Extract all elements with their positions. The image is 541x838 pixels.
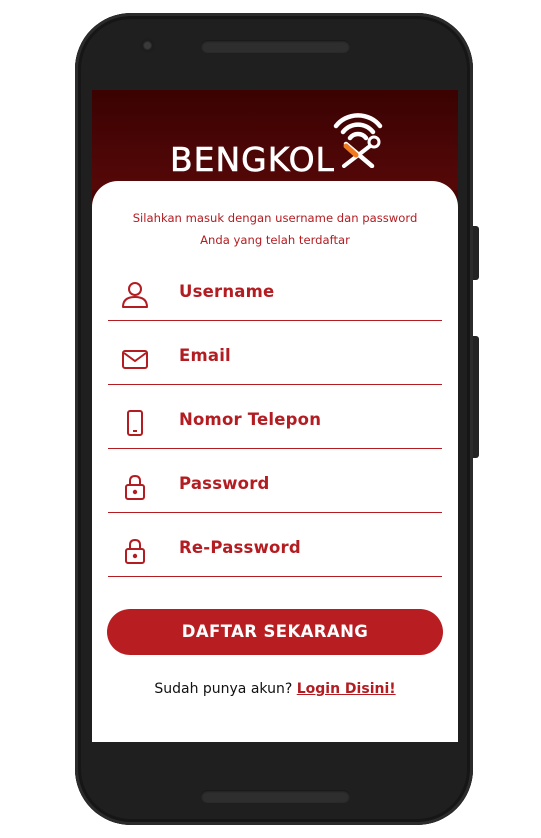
power-button (473, 336, 479, 458)
app-logo: BENGKOL (170, 104, 390, 179)
login-question: Sudah punya akun? (154, 681, 293, 697)
intro-line-2: Anda yang telah terdaftar (200, 233, 350, 247)
volume-button (473, 226, 479, 280)
wifi-wrench-icon (333, 113, 383, 168)
intro-line-1: Silahkan masuk dengan username dan passw… (132, 211, 418, 225)
login-link[interactable]: Login Disini! (297, 681, 396, 697)
app-screen: BENGKOL Silahkan masuk dengan username d… (92, 90, 458, 742)
email-icon (120, 344, 150, 374)
register-button[interactable]: DAFTAR SEKARANG (107, 609, 443, 655)
password-label: Password (179, 474, 270, 493)
lock-icon (120, 536, 150, 566)
repassword-field[interactable]: Re-Password (108, 532, 442, 577)
intro-text: Silahkan masuk dengan username dan passw… (122, 207, 428, 251)
lock-icon (120, 472, 150, 502)
logo-text: BENGKOL (170, 140, 335, 180)
password-field[interactable]: Password (108, 468, 442, 513)
phone-icon (120, 408, 150, 438)
login-prompt: Sudah punya akun? Login Disini! (92, 681, 458, 697)
username-field[interactable]: Username (108, 276, 442, 321)
email-field[interactable]: Email (108, 340, 442, 385)
username-label: Username (179, 282, 275, 301)
register-card: Silahkan masuk dengan username dan passw… (92, 181, 458, 742)
email-label: Email (179, 346, 231, 365)
phone-label: Nomor Telepon (179, 410, 322, 429)
repassword-label: Re-Password (179, 538, 301, 557)
phone-field[interactable]: Nomor Telepon (108, 404, 442, 449)
user-icon (120, 280, 150, 310)
app-header: BENGKOL (92, 90, 458, 190)
speaker-grille-top (201, 40, 350, 53)
front-camera (140, 38, 155, 53)
speaker-grille-bottom (201, 790, 350, 803)
